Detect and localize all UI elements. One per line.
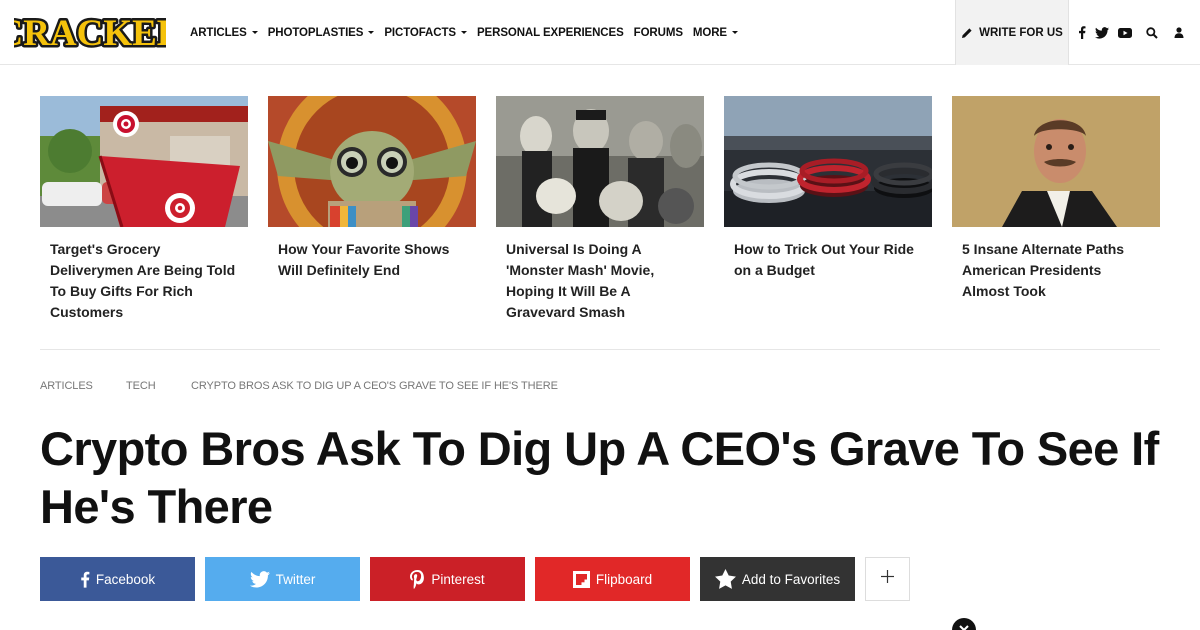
share-label: Flipboard — [595, 571, 653, 587]
related-card-title[interactable]: Target's Grocery Deliverymen Are Being T… — [50, 239, 238, 323]
nav-label: PERSONAL EXPERIENCES — [476, 26, 624, 39]
write-for-us-button[interactable]: WRITE FOR US — [955, 0, 1069, 65]
main-nav: ARTICLES PHOTOPLASTIES PICTOFACTS PERSON… — [190, 0, 748, 65]
search-icon[interactable] — [1143, 0, 1161, 65]
article-title: Crypto Bros Ask To Dig Up A CEO's Grave … — [40, 422, 1159, 533]
related-card[interactable]: How to Trick Out Your Ride on a Budget — [724, 96, 932, 281]
user-icon[interactable] — [1171, 0, 1187, 65]
nav-item-pictofacts[interactable]: PICTOFACTS — [384, 27, 467, 39]
facebook-icon[interactable] — [1074, 0, 1090, 65]
nav-item-photoplasties[interactable]: PHOTOPLASTIES — [268, 27, 375, 39]
cracked-logo[interactable]: CRACKED CRACKED — [14, 12, 166, 52]
related-card-title[interactable]: How Your Favorite Shows Will Definitely … — [278, 239, 466, 281]
twitter-icon[interactable] — [1093, 0, 1111, 65]
related-card[interactable]: Target's Grocery Deliverymen Are Being T… — [40, 96, 248, 323]
share-label: Twitter — [275, 571, 316, 587]
pinterest-icon — [410, 569, 425, 589]
share-label: Facebook — [95, 571, 156, 587]
caret-down-icon — [368, 31, 375, 34]
nav-label: ARTICLES — [190, 26, 247, 39]
share-twitter-button[interactable]: Twitter — [205, 557, 360, 601]
related-card-title[interactable]: 5 Insane Alternate Paths American Presid… — [962, 239, 1150, 302]
caret-down-icon — [732, 31, 738, 34]
section-divider — [40, 349, 1160, 350]
nav-label: FORUMS — [633, 26, 683, 39]
related-card[interactable]: 5 Insane Alternate Paths American Presid… — [952, 96, 1160, 302]
share-label: Add to Favorites — [741, 571, 841, 587]
related-card-title[interactable]: How to Trick Out Your Ride on a Budget — [734, 239, 922, 281]
related-card-title[interactable]: Universal Is Doing A 'Monster Mash' Movi… — [506, 239, 694, 323]
breadcrumb-tech[interactable]: TECH — [126, 380, 156, 392]
nav-item-articles[interactable]: ARTICLES — [190, 27, 258, 39]
twitter-icon — [249, 570, 270, 588]
svg-text:CRACKED: CRACKED — [14, 13, 166, 52]
teddy-roosevelt-portrait — [952, 96, 1160, 227]
nav-item-more[interactable]: MORE — [693, 27, 738, 39]
star-icon — [714, 569, 736, 589]
nav-label: MORE — [692, 26, 727, 39]
top-navigation-bar: CRACKED CRACKED ARTICLES PHOTOPLASTIES P… — [0, 0, 1200, 65]
nav-item-forums[interactable]: FORUMS — [634, 27, 683, 39]
baby-yoda-glasses-photo — [268, 96, 476, 227]
caret-down-icon — [251, 31, 258, 34]
share-pinterest-button[interactable]: Pinterest — [370, 557, 525, 601]
write-for-us-label: WRITE FOR US — [979, 26, 1063, 39]
related-card[interactable]: How Your Favorite Shows Will Definitely … — [268, 96, 476, 281]
pencil-icon — [961, 27, 973, 39]
facebook-icon — [80, 571, 90, 588]
target-cart-photo — [40, 96, 248, 227]
share-label: Pinterest — [431, 571, 485, 587]
breadcrumb-current: CRYPTO BROS ASK TO DIG UP A CEO'S GRAVE … — [191, 380, 558, 392]
caret-down-icon — [460, 31, 467, 34]
close-icon — [959, 625, 969, 630]
nav-item-personal-experiences[interactable]: PERSONAL EXPERIENCES — [477, 27, 624, 39]
share-facebook-button[interactable]: Facebook — [40, 557, 195, 601]
youtube-icon[interactable] — [1116, 0, 1134, 65]
universal-monsters-photo — [496, 96, 704, 227]
nav-label: PHOTOPLASTIES — [267, 26, 364, 39]
related-card[interactable]: Universal Is Doing A 'Monster Mash' Movi… — [496, 96, 704, 323]
more-share-options-button[interactable] — [865, 557, 910, 601]
flipboard-icon — [572, 570, 590, 588]
breadcrumb-articles[interactable]: ARTICLES — [40, 380, 93, 392]
nav-label: PICTOFACTS — [384, 26, 456, 39]
add-to-favorites-button[interactable]: Add to Favorites — [700, 557, 855, 601]
plus-icon — [881, 570, 894, 588]
close-ad-button[interactable] — [952, 618, 976, 630]
car-dashboard-rings-photo — [724, 96, 932, 227]
share-flipboard-button[interactable]: Flipboard — [535, 557, 690, 601]
